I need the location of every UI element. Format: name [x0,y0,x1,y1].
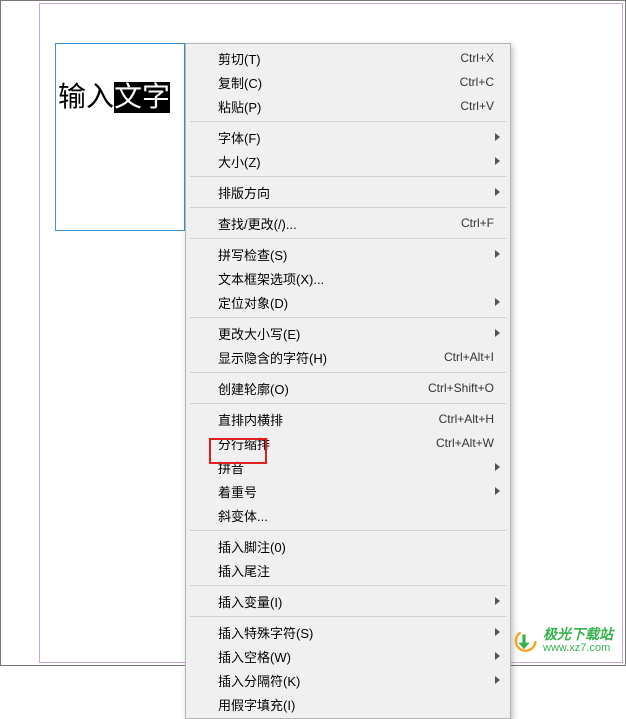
menu-item-paste[interactable]: 粘贴(P)Ctrl+V [188,94,508,118]
menu-item-label: 字体(F) [218,128,489,147]
menu-item-shortcut: Ctrl+Alt+W [436,436,494,450]
download-arrow-icon [511,628,537,654]
menu-item-ruby[interactable]: 拼音 [188,455,508,479]
menu-item-label: 大小(Z) [218,152,489,171]
text-plain: 输入 [58,82,114,113]
watermark-title: 极光下载站 [543,626,613,642]
text-frame[interactable]: 输入文字 [55,43,185,231]
menu-item-label: 插入变量(I) [218,592,489,611]
menu-item-change-case[interactable]: 更改大小写(E) [188,321,508,345]
menu-item-show-hidden-chars[interactable]: 显示隐含的字符(H)Ctrl+Alt+I [188,345,508,369]
watermark: 极光下载站 www.xz7.com [511,626,613,655]
menu-item-shortcut: Ctrl+V [460,99,494,113]
menu-item-insert-break-char[interactable]: 插入分隔符(K) [188,668,508,692]
menu-item-label: 直排内横排 [218,410,439,429]
menu-item-label: 拼写检查(S) [218,245,489,264]
menu-item-insert-variable[interactable]: 插入变量(I) [188,589,508,613]
menu-item-tate-chu-yoko[interactable]: 直排内横排Ctrl+Alt+H [188,407,508,431]
submenu-arrow-icon [495,676,500,684]
menu-item-spell-check[interactable]: 拼写检查(S) [188,242,508,266]
menu-item-label: 插入分隔符(K) [218,671,489,690]
submenu-arrow-icon [495,652,500,660]
submenu-arrow-icon [495,597,500,605]
menu-item-label: 排版方向 [218,183,489,202]
menu-item-text-frame-options[interactable]: 文本框架选项(X)... [188,266,508,290]
menu-item-label: 插入尾注 [218,561,500,580]
menu-item-copy[interactable]: 复制(C)Ctrl+C [188,70,508,94]
menu-item-shatai[interactable]: 斜变体... [188,503,508,527]
menu-item-label: 复制(C) [218,73,460,92]
menu-item-shortcut: Ctrl+Alt+I [444,350,494,364]
watermark-url: www.xz7.com [543,642,613,655]
menu-item-label: 斜变体... [218,506,500,525]
menu-item-label: 剪切(T) [218,49,460,68]
menu-separator [190,317,506,318]
menu-item-kenten[interactable]: 着重号 [188,479,508,503]
submenu-arrow-icon [495,628,500,636]
menu-item-text-direction[interactable]: 排版方向 [188,180,508,204]
menu-item-create-outlines[interactable]: 创建轮廓(O)Ctrl+Shift+O [188,376,508,400]
menu-item-shortcut: Ctrl+X [460,51,494,65]
menu-item-label: 创建轮廓(O) [218,379,428,398]
submenu-arrow-icon [495,487,500,495]
menu-item-insert-whitespace[interactable]: 插入空格(W) [188,644,508,668]
menu-item-label: 粘贴(P) [218,97,460,116]
submenu-arrow-icon [495,157,500,165]
menu-separator [190,372,506,373]
menu-item-label: 插入特殊字符(S) [218,623,489,642]
text-content[interactable]: 输入文字 [56,44,184,116]
menu-item-insert-special-char[interactable]: 插入特殊字符(S) [188,620,508,644]
menu-item-shortcut: Ctrl+F [461,216,494,230]
menu-separator [190,585,506,586]
menu-item-label: 插入脚注(0) [218,537,500,556]
menu-item-insert-footnote[interactable]: 插入脚注(0) [188,534,508,558]
menu-separator [190,530,506,531]
canvas: 输入文字 剪切(T)Ctrl+X复制(C)Ctrl+C粘贴(P)Ctrl+V字体… [1,1,625,665]
menu-item-label: 用假字填充(I) [218,695,500,714]
menu-separator [190,207,506,208]
menu-item-label: 查找/更改(/)... [218,214,461,233]
menu-item-label: 更改大小写(E) [218,324,489,343]
menu-separator [190,403,506,404]
menu-item-shortcut: Ctrl+Alt+H [439,412,494,426]
submenu-arrow-icon [495,329,500,337]
menu-separator [190,238,506,239]
menu-item-font[interactable]: 字体(F) [188,125,508,149]
menu-item-anchored-object[interactable]: 定位对象(D) [188,290,508,314]
submenu-arrow-icon [495,298,500,306]
menu-item-label: 拼音 [218,458,489,477]
menu-item-shortcut: Ctrl+Shift+O [428,381,494,395]
menu-item-label: 分行缩排 [218,434,436,453]
submenu-arrow-icon [495,250,500,258]
submenu-arrow-icon [495,463,500,471]
menu-item-label: 着重号 [218,482,489,501]
menu-item-label: 文本框架选项(X)... [218,269,500,288]
menu-item-label: 定位对象(D) [218,293,489,312]
menu-item-label: 插入空格(W) [218,647,489,666]
text-selection: 文字 [114,82,170,113]
menu-item-size[interactable]: 大小(Z) [188,149,508,173]
menu-separator [190,176,506,177]
context-menu[interactable]: 剪切(T)Ctrl+X复制(C)Ctrl+C粘贴(P)Ctrl+V字体(F)大小… [185,43,511,719]
menu-item-insert-endnote[interactable]: 插入尾注 [188,558,508,582]
menu-separator [190,616,506,617]
menu-item-fill-placeholder[interactable]: 用假字填充(I) [188,692,508,716]
menu-item-find-change[interactable]: 查找/更改(/)...Ctrl+F [188,211,508,235]
submenu-arrow-icon [495,188,500,196]
menu-item-shortcut: Ctrl+C [460,75,494,89]
menu-item-label: 显示隐含的字符(H) [218,348,444,367]
submenu-arrow-icon [495,133,500,141]
menu-item-cut[interactable]: 剪切(T)Ctrl+X [188,46,508,70]
menu-item-warichu[interactable]: 分行缩排Ctrl+Alt+W [188,431,508,455]
menu-separator [190,121,506,122]
